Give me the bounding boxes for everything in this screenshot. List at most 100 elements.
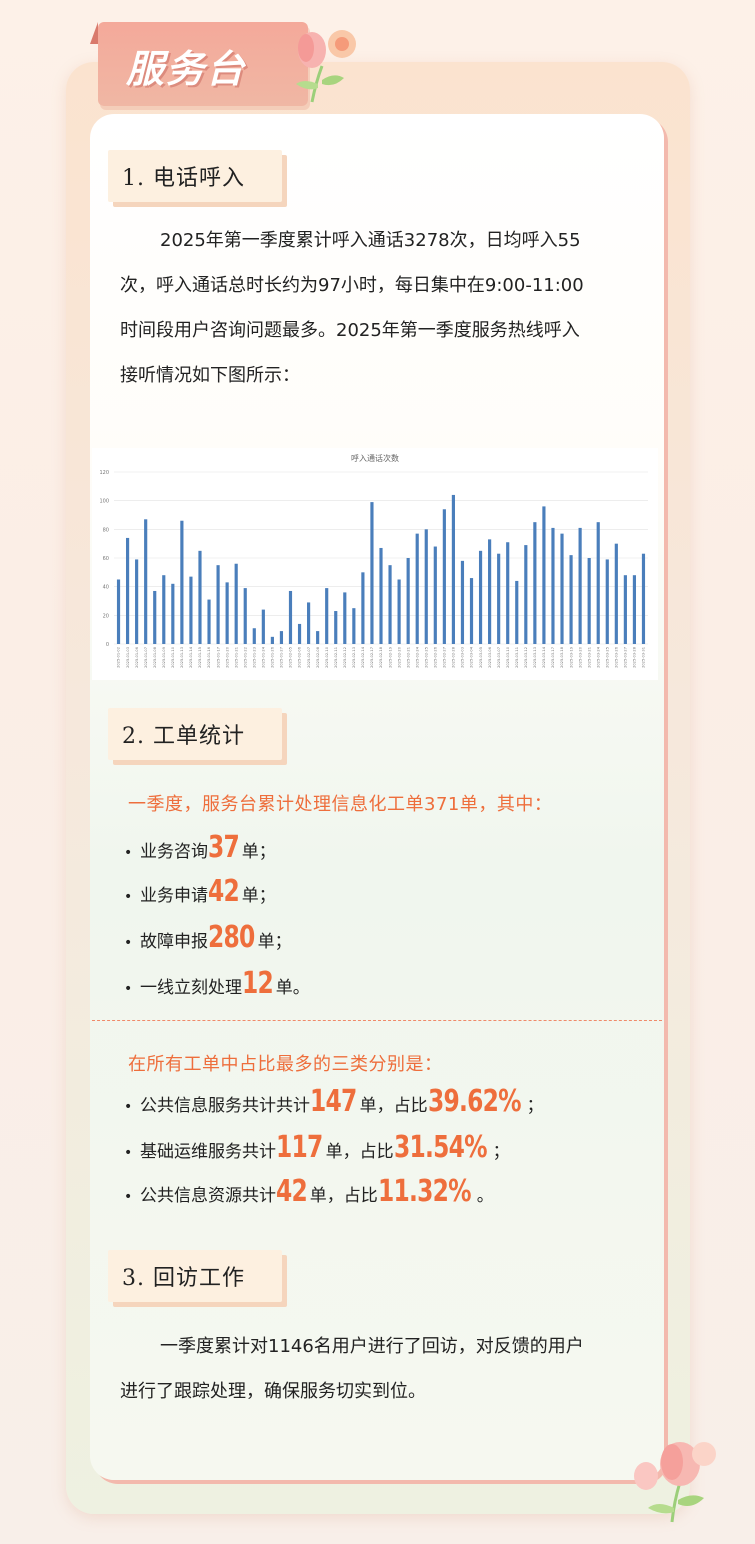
paragraph-line: 进行了跟踪处理，确保服务切实到位。	[120, 1381, 426, 1402]
ticket-count: 37	[208, 830, 240, 865]
bar	[361, 572, 365, 644]
bar	[189, 576, 193, 644]
section-divider	[92, 1020, 662, 1021]
section-heading-text: 2. 工单统计	[122, 724, 245, 749]
bar	[605, 559, 609, 644]
bar	[442, 509, 446, 644]
x-tick-label: 2025-03-03	[461, 647, 465, 668]
x-tick-label: 2025-01-03	[126, 647, 130, 668]
x-tick-label: 2025-02-28	[452, 646, 456, 668]
bar	[379, 547, 383, 644]
bar	[216, 565, 220, 644]
bar	[252, 628, 256, 644]
x-tick-label: 2025-01-16	[207, 646, 211, 668]
y-tick-label: 100	[99, 499, 109, 505]
bar	[198, 550, 202, 644]
ticket-item: • 一线立刻处理 12 单。	[124, 966, 310, 1001]
x-tick-label: 2025-02-12	[343, 647, 347, 668]
x-tick-label: 2025-01-27	[280, 647, 284, 668]
x-tick-label: 2025-03-21	[587, 647, 591, 668]
bar	[116, 579, 121, 644]
x-tick-label: 2025-01-17	[216, 647, 220, 668]
x-tick-label: 2025-03-14	[542, 646, 546, 668]
bar	[542, 506, 546, 644]
section-heading-followup: 3. 回访工作	[108, 1250, 282, 1302]
x-tick-label: 2025-02-21	[406, 647, 410, 668]
x-tick-label: 2025-02-11	[334, 647, 338, 668]
x-tick-label: 2025-02-18	[379, 646, 383, 668]
x-tick-label: 2025-02-10	[325, 646, 329, 668]
bar	[125, 537, 130, 644]
call-chart-svg: 呼入通话次数 0 20 40 60 80 100 120 2025-01-02 2025-01-0…	[99, 453, 648, 668]
x-tick-label: 2025-02-26	[434, 646, 438, 668]
paragraph-line: 一季度累计对1146名用户进行了回访，对反馈的用户	[160, 1336, 584, 1357]
bar	[397, 579, 401, 644]
x-tick-label: 2025-03-28	[633, 646, 637, 668]
x-tick-label: 2025-03-27	[624, 647, 628, 668]
y-tick-label: 20	[103, 613, 109, 619]
bar	[497, 553, 501, 644]
bar	[596, 522, 600, 644]
bar	[343, 592, 347, 644]
x-tick-label: 2025-02-13	[352, 647, 356, 668]
bar	[279, 631, 284, 644]
bar	[162, 575, 166, 644]
x-tick-label: 2025-01-13	[180, 647, 184, 668]
paragraph-line: 2025年第一季度累计呼入通话3278次，日均呼入55	[160, 230, 581, 251]
x-tick-label: 2025-03-06	[488, 646, 492, 668]
x-tick-label: 2025-03-07	[497, 647, 501, 668]
top-category-item: • 基础运维服务共计 117 单，占比 31.54%；	[124, 1130, 510, 1165]
bar	[478, 550, 483, 644]
bar	[288, 590, 293, 644]
x-tick-label: 2025-01-07	[144, 647, 148, 668]
top-category-item: • 公共信息服务共计共计 147 单，占比 39.62%；	[124, 1084, 544, 1119]
bar	[451, 494, 455, 644]
bar	[243, 588, 247, 644]
x-tick-label: 2025-02-17	[370, 647, 374, 668]
x-tick-label: 2025-03-25	[605, 647, 609, 668]
x-tick-label: 2025-02-14	[361, 646, 365, 668]
bar	[180, 520, 184, 644]
x-tick-label: 2025-03-11	[515, 647, 519, 668]
tickets-summary: 一季度，服务台累计处理信息化工单371单，其中：	[128, 794, 553, 815]
bar	[352, 608, 356, 644]
x-tick-label: 2025-02-08	[316, 646, 320, 668]
y-tick-label: 40	[103, 585, 109, 591]
bar	[469, 578, 474, 644]
phone-paragraph: 2025年第一季度累计呼入通话3278次，日均呼入55 次，呼入通话总时长约为9…	[120, 218, 640, 398]
bar	[524, 545, 528, 644]
ticket-count: 42	[208, 874, 240, 909]
paragraph-line: 接听情况如下图所示：	[120, 365, 300, 386]
x-tick-label: 2025-01-09	[162, 646, 166, 668]
x-tick-label: 2025-01-21	[234, 647, 238, 668]
x-tick-label: 2025-01-02	[117, 647, 121, 668]
flower-decoration-icon	[296, 30, 356, 103]
bar	[506, 542, 510, 644]
x-tick-label: 2025-03-20	[578, 646, 582, 668]
y-tick-label: 80	[103, 527, 109, 533]
bar	[135, 559, 139, 644]
bar	[388, 565, 392, 644]
ticket-count: 12	[242, 966, 274, 1001]
bar	[307, 602, 311, 644]
bar	[623, 575, 627, 644]
section-heading-text: 1. 电话呼入	[122, 166, 245, 191]
bar	[515, 580, 519, 644]
x-tick-label: 2025-03-05	[479, 647, 483, 668]
x-tick-label: 2025-02-24	[415, 646, 419, 668]
title-tab: 服务台	[90, 22, 308, 106]
x-tick-label: 2025-03-18	[560, 646, 564, 668]
followup-paragraph: 一季度累计对1146名用户进行了回访，对反馈的用户 进行了跟踪处理，确保服务切实…	[120, 1324, 640, 1414]
ticket-count: 280	[208, 920, 255, 955]
bar	[153, 590, 157, 644]
x-tick-label: 2025-01-08	[153, 646, 157, 668]
bar	[144, 519, 148, 644]
bar	[560, 533, 564, 644]
x-tick-label: 2025-02-05	[289, 647, 293, 668]
bar	[632, 575, 637, 644]
bar	[225, 582, 229, 644]
bar	[325, 588, 329, 644]
bar	[641, 553, 646, 644]
y-tick-label: 60	[103, 556, 109, 562]
x-tick-label: 2025-03-13	[533, 647, 537, 668]
